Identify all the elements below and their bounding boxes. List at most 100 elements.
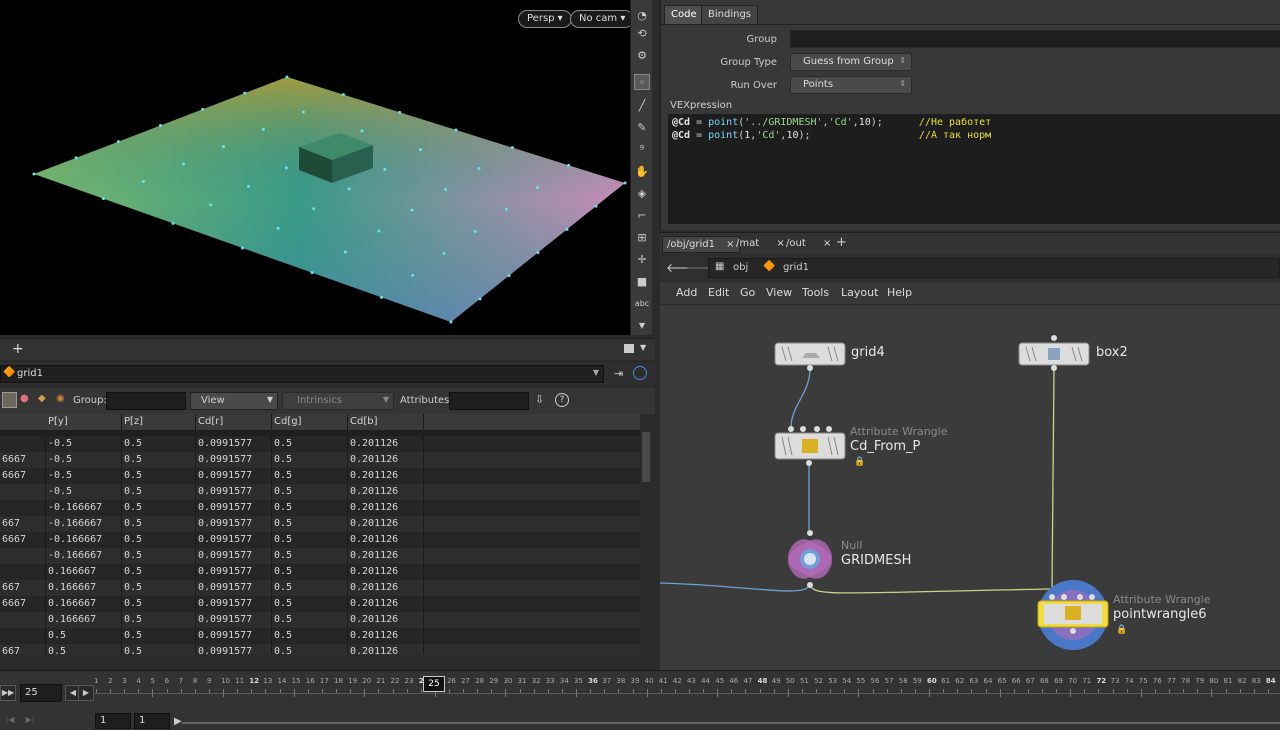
node-path-field[interactable]: 🔶 grid1 ▼ [0, 365, 604, 383]
table-row[interactable]: 667 -0.166667 0.5 0.0991577 0.5 0.201126 [0, 516, 640, 532]
table-row[interactable]: 667 0.5 0.5 0.0991577 0.5 0.201126 [0, 644, 640, 654]
add-tab-button[interactable]: + [836, 235, 847, 250]
node-pointwrangle6[interactable] [1037, 580, 1109, 650]
table-row[interactable]: -0.166667 0.5 0.0991577 0.5 0.201126 [0, 500, 640, 516]
attributes-filter-input[interactable] [449, 392, 529, 410]
primitives-mode-icon[interactable]: ◆ [38, 393, 46, 404]
pane-menu-icon[interactable]: ▼ [640, 343, 646, 352]
detail-mode-icon[interactable]: ◉ [56, 393, 65, 404]
table-row[interactable]: -0.5 0.5 0.0991577 0.5 0.201126 [0, 436, 640, 452]
group-parm-input[interactable] [790, 30, 1280, 48]
menu-view[interactable]: View [766, 286, 792, 299]
vex-code-editor[interactable]: @Cd = point('../GRIDMESH','Cd',10); //Не… [668, 114, 1280, 224]
frame-tick-label: 71 [1082, 677, 1092, 685]
transform-icon[interactable]: ✛ [634, 252, 650, 268]
tab-code[interactable]: Code [664, 5, 704, 24]
node-grid4[interactable] [774, 342, 846, 371]
chevron-down-icon[interactable]: ▼ [634, 318, 650, 334]
camera-menu-button[interactable]: No cam ▾ [570, 10, 630, 28]
breadcrumb-obj[interactable]: obj [733, 262, 748, 273]
frame-ruler[interactable]: 1234567891011121314151617181920212223242… [94, 673, 1280, 703]
table-row[interactable]: 0.166667 0.5 0.0991577 0.5 0.201126 [0, 564, 640, 580]
shading-icon[interactable]: ■ [634, 274, 650, 290]
spreadsheet-tabbar: + ▼ [0, 338, 655, 360]
cube-icon[interactable]: ◈ [634, 186, 650, 202]
menu-layout[interactable]: Layout [841, 286, 878, 299]
table-row[interactable]: 6667 -0.5 0.5 0.0991577 0.5 0.201126 [0, 468, 640, 484]
menu-tools[interactable]: Tools [802, 286, 829, 299]
tab-obj-grid1[interactable]: /obj/grid1 × [662, 236, 740, 253]
view-dropdown[interactable]: View ▼ [190, 392, 278, 410]
link-icon[interactable] [633, 366, 647, 380]
current-frame-field[interactable]: 25 [20, 684, 62, 702]
orbit-icon[interactable]: ⟲ [634, 26, 650, 42]
pane-maximize-icon[interactable] [624, 344, 634, 353]
column-header[interactable]: Cd[b] [348, 414, 424, 430]
play-forward-icon[interactable]: ▶▶ [0, 685, 16, 701]
network-editor-canvas[interactable]: grid4 box2 Attribute Wrangle Cd_From_P 🔒… [660, 305, 1280, 670]
table-row[interactable]: 6667 -0.166667 0.5 0.0991577 0.5 0.201126 [0, 532, 640, 548]
filter-icon[interactable]: ⇩ [535, 393, 544, 406]
perspective-menu-button[interactable]: Persp ▾ [518, 10, 572, 28]
column-header[interactable]: P[z] [122, 414, 196, 430]
angle-icon[interactable]: ⌐ [634, 208, 650, 224]
table-row[interactable]: 6667 -0.5 0.5 0.0991577 0.5 0.201126 [0, 452, 640, 468]
node-cd-from-p[interactable] [774, 426, 846, 466]
menu-help[interactable]: Help [887, 286, 912, 299]
current-frame-marker[interactable]: 25 [423, 676, 445, 692]
table-row[interactable]: 667 0.166667 0.5 0.0991577 0.5 0.201126 [0, 580, 640, 596]
tab-mat[interactable]: /mat × [732, 236, 789, 253]
scene-viewport[interactable]: Persp ▾ No cam ▾ [0, 0, 630, 335]
column-header[interactable]: Cd[g] [272, 414, 348, 430]
table-row[interactable]: 0.166667 0.5 0.0991577 0.5 0.201126 [0, 612, 640, 628]
menu-add[interactable]: Add [676, 286, 697, 299]
table-cell: 0.0991577 [196, 548, 272, 564]
snap-icon[interactable]: ⊞ [634, 230, 650, 246]
range-slider-handle[interactable]: ▶ [174, 716, 182, 727]
table-row[interactable]: 6667 0.166667 0.5 0.0991577 0.5 0.201126 [0, 596, 640, 612]
vertices-mode-icon[interactable]: ● [20, 393, 29, 404]
network-path-bar: 🡐 🡒 ▦ obj 🔶 grid1 [660, 255, 1280, 281]
edge-select-icon[interactable]: ╱ [634, 98, 650, 114]
number-display-icon[interactable]: ⁹ [634, 142, 650, 158]
last-frame-icon[interactable]: ▶| [22, 713, 38, 729]
range-slider[interactable] [182, 722, 1280, 724]
range-end-field[interactable]: 1 [134, 713, 170, 729]
intrinsics-dropdown[interactable]: Intrinsics ▼ [282, 392, 394, 410]
menu-go[interactable]: Go [740, 286, 755, 299]
group-type-dropdown[interactable]: Guess from Group ⇕ [790, 53, 912, 71]
points-mode-icon[interactable] [2, 392, 17, 408]
menu-edit[interactable]: Edit [708, 286, 729, 299]
column-header[interactable]: P[y] [46, 414, 122, 430]
first-frame-icon[interactable]: |◀ [2, 713, 18, 729]
scrollbar-thumb[interactable] [642, 432, 650, 482]
tab-bindings[interactable]: Bindings [701, 5, 758, 24]
node-box2[interactable] [1018, 335, 1090, 371]
group-label: Group: [73, 395, 107, 406]
run-over-dropdown[interactable]: Points ⇕ [790, 76, 912, 94]
column-header[interactable]: Cd[r] [196, 414, 272, 430]
table-row[interactable]: -0.166667 0.5 0.0991577 0.5 0.201126 [0, 548, 640, 564]
table-row[interactable]: 0.5 0.5 0.0991577 0.5 0.201126 [0, 628, 640, 644]
help-icon[interactable]: ? [555, 393, 569, 407]
pin-icon[interactable]: ⇥ [614, 367, 623, 380]
text-display-icon[interactable]: abc [634, 296, 650, 312]
table-cell: 0.0991577 [196, 644, 272, 654]
breadcrumb-grid1[interactable]: grid1 [783, 262, 809, 273]
chevron-down-icon[interactable]: ▼ [593, 368, 599, 377]
add-tab-button[interactable]: + [12, 341, 24, 357]
point-select-icon[interactable]: ◦ [634, 74, 650, 90]
range-start-field[interactable]: 1 [95, 713, 131, 729]
step-forward-icon[interactable]: ▶ [78, 685, 94, 701]
playbar: ▶▶ 25 ◀ ▶ 1 2 3 4 5 6 7 8 9 10 11 12 13 14 15 16 17 18 19 2… [0, 670, 1280, 730]
brush-icon[interactable]: ✋ [634, 164, 650, 180]
group-filter-input[interactable] [106, 392, 186, 410]
geometry-spreadsheet[interactable]: P[y] P[z] Cd[r] Cd[g] Cd[b] -0.5 0.5 0.0991577 0… [0, 414, 640, 654]
spreadsheet-scrollbar[interactable] [640, 414, 652, 654]
view-tool-icon[interactable]: ◔ [634, 8, 650, 24]
handle-icon[interactable]: ⚙ [634, 48, 650, 64]
node-gridmesh[interactable] [783, 530, 837, 588]
tab-out[interactable]: /out × [782, 236, 835, 253]
pen-icon[interactable]: ✎ [634, 120, 650, 136]
table-row[interactable]: -0.5 0.5 0.0991577 0.5 0.201126 [0, 484, 640, 500]
